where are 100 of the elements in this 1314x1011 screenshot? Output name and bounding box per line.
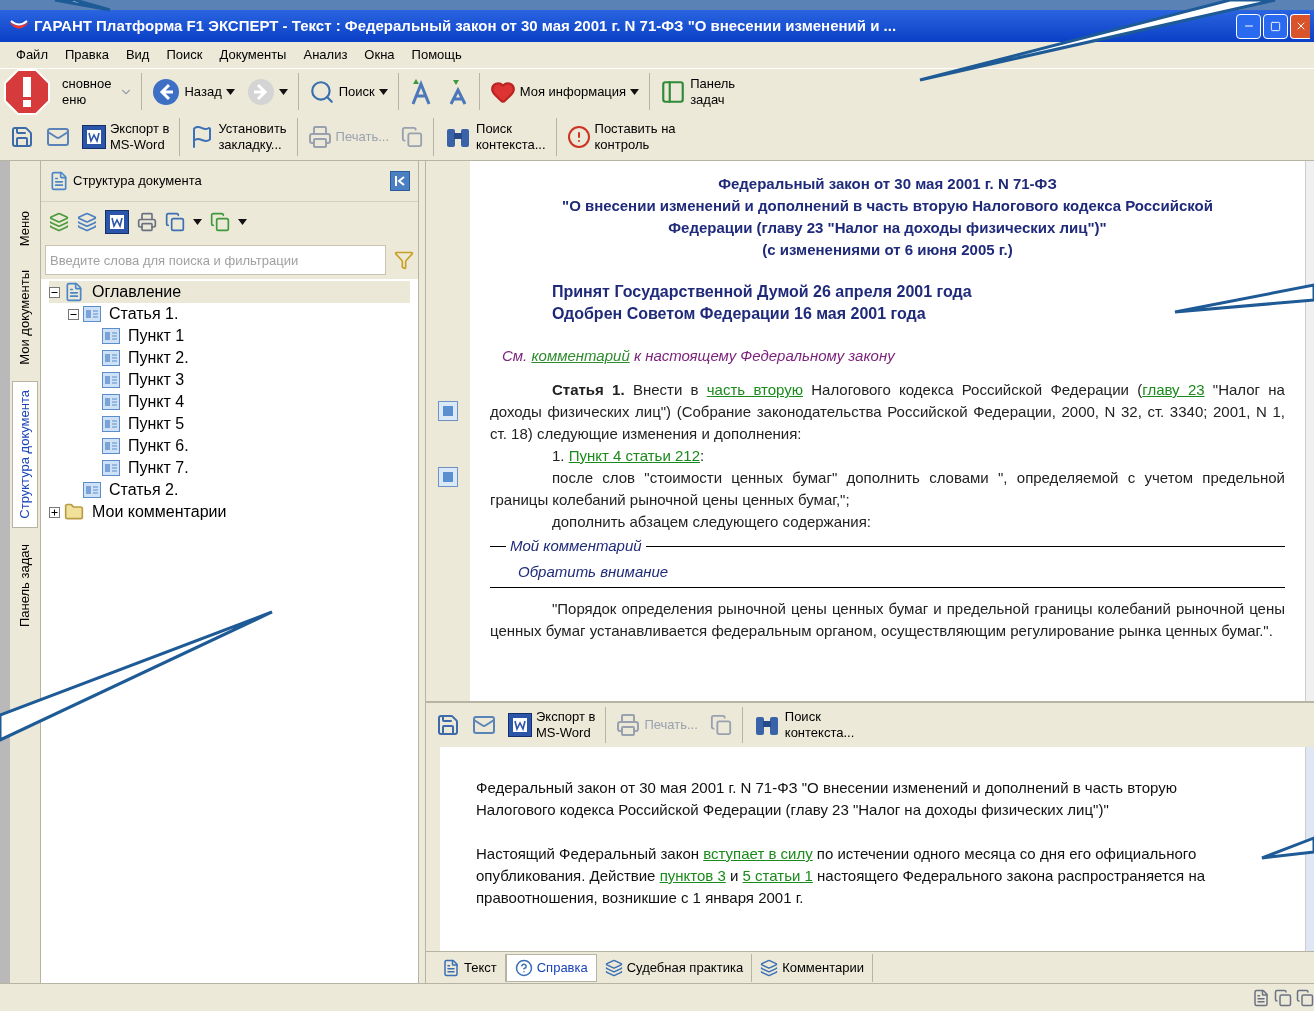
caret-icon: [238, 218, 247, 225]
structure-icon: [49, 171, 69, 191]
document-link[interactable]: Пункт 4 статьи 212: [568, 447, 700, 464]
toolbar-button[interactable]: Панель задач: [654, 73, 742, 110]
word-icon: [508, 713, 532, 737]
document-link[interactable]: вступает в силу: [703, 845, 813, 862]
tree-item[interactable]: Пункт 4: [128, 390, 185, 414]
save-icon: [10, 125, 34, 149]
document-link[interactable]: главу 23: [1142, 381, 1205, 398]
save-icon: [436, 713, 460, 737]
caret-icon: [378, 88, 388, 95]
toolbar-button[interactable]: Установить закладку...: [184, 119, 293, 155]
document-heading: "О внесении изменений и дополнений в часть вторую Налогового кодекса Российской Федерации (главу 23 "Налог на доходы физических лиц")": [561, 196, 1214, 238]
word-icon: [105, 209, 129, 234]
filter-icon[interactable]: [394, 250, 414, 270]
tree-item[interactable]: Пункт 3: [128, 368, 185, 392]
menu-item[interactable]: Правка: [64, 45, 109, 65]
reference-paragraph: Настоящий Федеральный закон вступает в силу по истечении одного месяца со дня его официального опубликования. Действие пунктов 3 и 5 статьи 1 настоящего Федерального закона распространяется на правоотношения, возникшие с 1 января 2001 г.: [476, 844, 1206, 908]
collapse-toggle[interactable]: [49, 286, 60, 298]
comment-title: Мой комментарий: [510, 536, 642, 556]
toolbar-button[interactable]: Экспорт в MS-Word: [76, 119, 176, 155]
document-paragraph: после слов "стоимости ценных бумаг" дополнить словами ", определяемой с учетом предельной границы колебаний рыночной цены ценных бумаг,";: [490, 468, 1285, 510]
word-icon: [82, 125, 106, 149]
bottom-tab[interactable]: Текст: [434, 953, 506, 982]
menu-item[interactable]: Вид: [125, 45, 150, 65]
document-paragraph: Статья 1. Внести в часть вторую Налогового кодекса Российской Федерации (главу 23 "Налог на доходы физических лиц") (Собрание законодательства Российской Федерации, 2000, N 32, ст. 3340; 2001, N 1, ст. 18) следующие изменения и дополнения:: [490, 380, 1285, 444]
tree-item[interactable]: Мои комментарии: [92, 500, 227, 524]
side-tab[interactable]: Структура документа: [12, 380, 38, 528]
menu-item[interactable]: Поиск: [166, 45, 203, 65]
expand-toggle[interactable]: [49, 506, 60, 518]
status-pages-icon: [1274, 988, 1292, 1007]
adoption-note: Принят Государственной Думой 26 апреля 2001 года: [552, 282, 972, 302]
bottom-tab[interactable]: Комментарии: [752, 953, 873, 982]
selected-row[interactable]: Оглавление: [49, 281, 410, 303]
tree-item[interactable]: Пункт 1: [128, 324, 185, 348]
article-icon: [102, 372, 120, 388]
window-title: ГАРАНТ Платформа F1 ЭКСПЕРТ - Текст : Федеральный закон от 30 мая 2001 г. N 71-ФЗ "О внесении изменений и ...: [34, 15, 898, 36]
main-menu-button[interactable]: сновное еню: [62, 75, 138, 108]
bottom-tab[interactable]: Справка: [505, 953, 597, 982]
tree-item[interactable]: Пункт 7.: [128, 456, 189, 480]
menu-item[interactable]: Анализ: [303, 45, 348, 65]
printer-icon[interactable]: [137, 211, 157, 232]
document-icon: [442, 958, 460, 977]
printer-icon: [307, 125, 332, 149]
toolbar-button[interactable]: Поиск контекста...: [438, 119, 552, 155]
tree-item[interactable]: Пункт 6.: [128, 434, 189, 458]
caret-icon: [225, 88, 235, 95]
menu-item[interactable]: Файл: [16, 45, 48, 65]
collapse-toggle[interactable]: [68, 308, 79, 320]
status-document-icon: [1252, 988, 1270, 1007]
comment-marker-icon[interactable]: [438, 467, 458, 487]
caret-icon: [278, 88, 288, 95]
menu-item[interactable]: Помощь: [411, 45, 462, 65]
side-tab[interactable]: Мои документы: [12, 262, 38, 373]
document-link[interactable]: часть вторую: [706, 381, 803, 398]
commentary-note: См. комментарий к настоящему Федеральному закону: [501, 346, 897, 366]
toolbar-button[interactable]: Моя информация: [483, 76, 646, 107]
tree-item[interactable]: Пункт 2.: [128, 346, 189, 370]
document-link[interactable]: комментарий: [531, 347, 630, 364]
document-link[interactable]: 5 статьи 1: [742, 867, 813, 884]
panel-icon: [660, 78, 687, 105]
mail-icon: [472, 713, 496, 737]
layers-icon: [760, 958, 779, 977]
tree-item[interactable]: Оглавление: [92, 280, 182, 304]
bottom-tab[interactable]: Судебная практика: [596, 953, 753, 982]
toolbar-button[interactable]: Поставить на контроль: [560, 119, 682, 155]
article-icon: [83, 306, 101, 322]
printer-icon: [616, 713, 641, 737]
restore-button[interactable]: [1263, 13, 1288, 39]
document-paragraph: дополнить абзацем следующего содержания:: [551, 512, 872, 532]
restore-icon: [1270, 20, 1281, 32]
article-icon: [102, 350, 120, 366]
tree-item[interactable]: Статья 1.: [109, 302, 179, 326]
article-icon: [102, 394, 120, 410]
minimize-button[interactable]: [1236, 13, 1261, 39]
document-paragraph: 1. Пункт 4 статьи 212:: [551, 446, 706, 466]
menu-item[interactable]: Окна: [364, 45, 395, 65]
adoption-note: Одобрен Советом Федерации 16 мая 2001 года: [552, 304, 926, 324]
scrollbar[interactable]: [1305, 161, 1314, 701]
scrollbar[interactable]: [1305, 747, 1314, 951]
layers-icon: [604, 958, 623, 977]
comment-marker-icon[interactable]: [438, 401, 458, 421]
document-heading: Федеральный закон от 30 мая 2001 г. N 71-ФЗ: [717, 174, 1058, 194]
toolbar-button[interactable]: Поиск контекста...: [746, 707, 861, 743]
menu-item[interactable]: Документы: [219, 45, 287, 65]
document-link[interactable]: пунктов 3: [659, 867, 726, 884]
toolbar-button[interactable]: Назад: [146, 75, 241, 108]
tree-item[interactable]: Статья 2.: [109, 478, 179, 502]
search-field[interactable]: Введите слова для поиска и фильтрации: [45, 245, 386, 275]
pointer-arrow: [53, 0, 112, 12]
panel-title: Структура документа: [73, 172, 203, 191]
alert-icon: [566, 125, 591, 149]
side-tab[interactable]: Меню: [12, 203, 38, 255]
collapse-panel-button[interactable]: [390, 171, 410, 191]
caret-icon: [630, 88, 640, 95]
tree-item[interactable]: Пункт 5: [128, 412, 185, 436]
toolbar-button[interactable]: Экспорт в MS-Word: [502, 707, 602, 743]
side-tab[interactable]: Панель задач: [12, 535, 38, 635]
toolbar-button[interactable]: Поиск: [302, 76, 394, 107]
close-button[interactable]: [1290, 13, 1310, 39]
